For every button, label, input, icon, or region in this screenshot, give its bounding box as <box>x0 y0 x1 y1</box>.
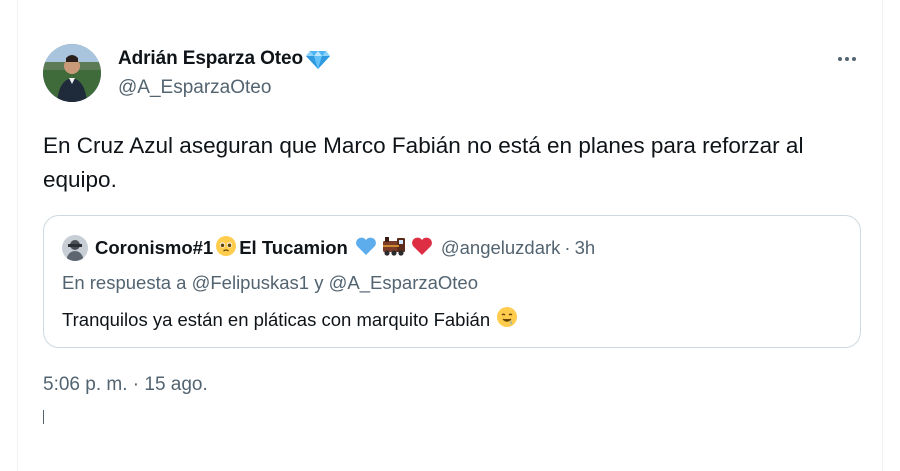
reply-prefix: En respuesta a <box>62 272 187 293</box>
author-name-row: Adrián Esparza Oteo <box>118 46 330 72</box>
quoted-author-name-suffix: El Tucamion <box>239 237 348 258</box>
reply-join: y <box>314 272 324 293</box>
text-cursor <box>43 410 44 424</box>
separator-dot: · <box>564 237 571 258</box>
column-divider-left <box>17 0 18 471</box>
red-heart-icon <box>411 236 433 261</box>
three-dots-icon <box>845 57 849 61</box>
tweet-timestamp[interactable]: 5:06 p. m. · 15 ago. <box>43 374 208 396</box>
quoted-tweet-header: Coronismo#1 El Tucamion @angeluzdark · 3… <box>62 235 595 261</box>
blue-diamond-icon <box>305 49 330 69</box>
tweet-detail: Adrián Esparza Oteo @A_EsparzaOteo En Cr… <box>0 0 900 471</box>
three-dots-icon <box>838 57 842 61</box>
author-avatar[interactable] <box>43 44 101 102</box>
quoted-tweet-time: 3h <box>574 237 596 258</box>
author-handle[interactable]: @A_EsparzaOteo <box>118 77 271 99</box>
tweet-text: En Cruz Azul aseguran que Marco Fabián n… <box>43 133 804 192</box>
three-dots-icon <box>852 57 856 61</box>
more-options-button[interactable] <box>832 46 862 72</box>
quoted-tweet-body: Tranquilos ya están en pláticas con marq… <box>62 308 491 330</box>
quoted-author-name: Coronismo#1 <box>95 237 214 258</box>
column-divider-right <box>882 0 883 471</box>
drooling-face-icon <box>496 306 518 333</box>
quoted-author-handle: @angeluzdark <box>440 237 561 258</box>
quoted-author-avatar <box>62 235 88 261</box>
reply-user-link: @Felipuskas1 <box>191 272 310 293</box>
author-name[interactable]: Adrián Esparza Oteo <box>118 48 303 70</box>
quoted-tweet-card[interactable]: Coronismo#1 El Tucamion @angeluzdark · 3… <box>43 215 861 348</box>
blue-heart-icon <box>355 236 377 261</box>
train-icon <box>381 235 407 262</box>
reply-context: En respuesta a @Felipuskas1 y @A_Esparza… <box>62 272 478 294</box>
pleading-face-icon <box>215 235 237 262</box>
reply-user-link: @A_EsparzaOteo <box>328 272 479 293</box>
quoted-tweet-text: Tranquilos ya están en pláticas con marq… <box>62 306 520 333</box>
